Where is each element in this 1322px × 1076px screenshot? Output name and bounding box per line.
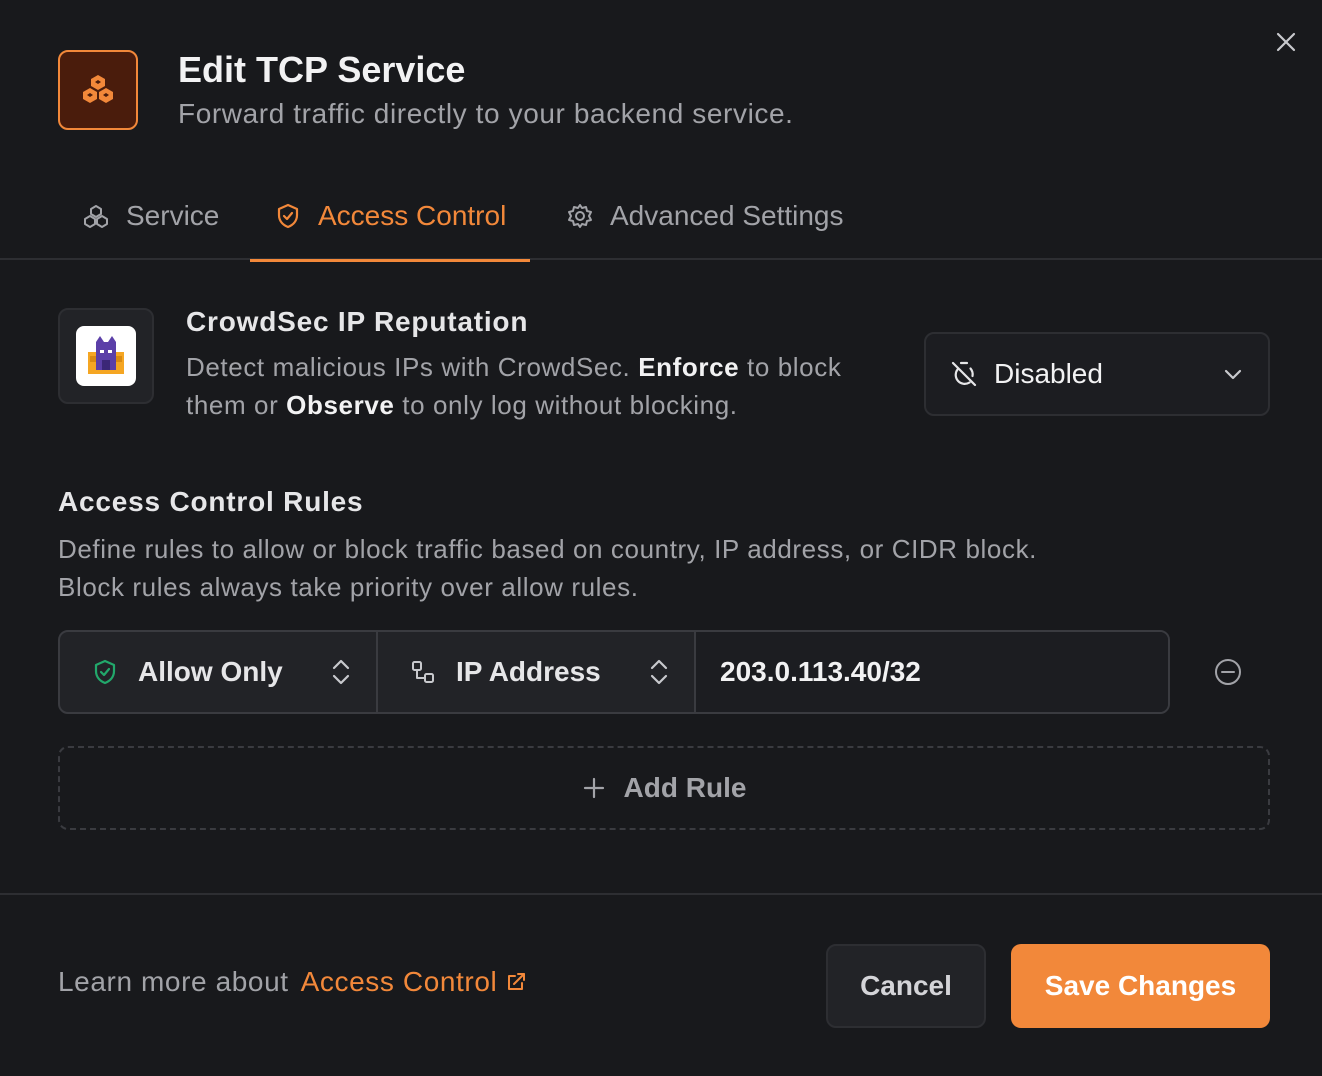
- save-changes-button[interactable]: Save Changes: [1011, 944, 1270, 1028]
- dialog-subtitle: Forward traffic directly to your backend…: [178, 98, 794, 129]
- rule-action-value: Allow Only: [138, 656, 283, 687]
- crowdsec-description: Detect malicious IPs with CrowdSec. Enfo…: [186, 352, 842, 420]
- chevrons-up-down-icon: [650, 659, 668, 685]
- access-rules-section: Access Control Rules Define rules to all…: [58, 486, 1270, 606]
- tab-access-control-label: Access Control: [318, 200, 507, 231]
- remove-rule-button[interactable]: [1212, 656, 1244, 688]
- tab-advanced-settings[interactable]: Advanced Settings: [566, 172, 844, 260]
- add-rule-button[interactable]: Add Rule: [58, 746, 1270, 830]
- timer-off-icon: [951, 361, 977, 387]
- learn-more-link[interactable]: Access Control: [301, 966, 528, 998]
- external-link-icon: [508, 973, 526, 990]
- minus-circle-icon: [1215, 659, 1241, 685]
- crowdsec-mode-value: Disabled: [994, 358, 1103, 389]
- rule-row: Allow Only IP Address 203.0.113.40/32: [58, 630, 1170, 714]
- learn-more-prefix: Learn more about: [58, 966, 289, 997]
- tab-advanced-settings-label: Advanced Settings: [610, 200, 844, 231]
- rules-description: Define rules to allow or block traffic b…: [58, 534, 1038, 602]
- crowdsec-logo: [58, 308, 154, 404]
- learn-more: Learn more about Access Control: [58, 966, 527, 998]
- gear-icon: [566, 202, 594, 230]
- close-icon: [1276, 32, 1296, 52]
- edit-service-dialog: Edit TCP Service Forward traffic directl…: [0, 0, 1322, 1076]
- shield-check-icon: [94, 659, 116, 685]
- service-type-icon: [58, 50, 138, 130]
- tab-bar: Service Access Control Advanced Settings: [0, 172, 1322, 262]
- shield-check-icon: [274, 202, 302, 230]
- crowdsec-title: CrowdSec IP Reputation: [186, 306, 529, 337]
- rule-action-select[interactable]: Allow Only: [60, 632, 378, 712]
- dialog-header: Edit TCP Service Forward traffic directl…: [58, 50, 794, 130]
- tab-service-label: Service: [126, 200, 220, 231]
- chevron-down-icon: [1224, 369, 1242, 380]
- boxes-icon: [82, 202, 110, 230]
- plus-icon: [583, 777, 604, 799]
- network-icon: [412, 661, 434, 683]
- cancel-button[interactable]: Cancel: [826, 944, 986, 1028]
- boxes-icon: [83, 75, 113, 103]
- chevrons-up-down-icon: [332, 659, 350, 685]
- footer-divider: [0, 893, 1322, 895]
- crowdsec-mode-select[interactable]: Disabled: [924, 332, 1270, 416]
- add-rule-label: Add Rule: [623, 772, 747, 803]
- close-button[interactable]: [1272, 28, 1300, 56]
- tab-access-control[interactable]: Access Control: [249, 172, 531, 262]
- rule-type-select[interactable]: IP Address: [378, 632, 696, 712]
- dialog-title: Edit TCP Service: [178, 49, 466, 90]
- rule-value-input[interactable]: 203.0.113.40/32: [696, 632, 1168, 712]
- rules-title: Access Control Rules: [58, 486, 364, 517]
- crowdsec-icon: [88, 336, 124, 374]
- tab-service[interactable]: Service: [82, 172, 219, 260]
- rule-type-value: IP Address: [456, 656, 601, 687]
